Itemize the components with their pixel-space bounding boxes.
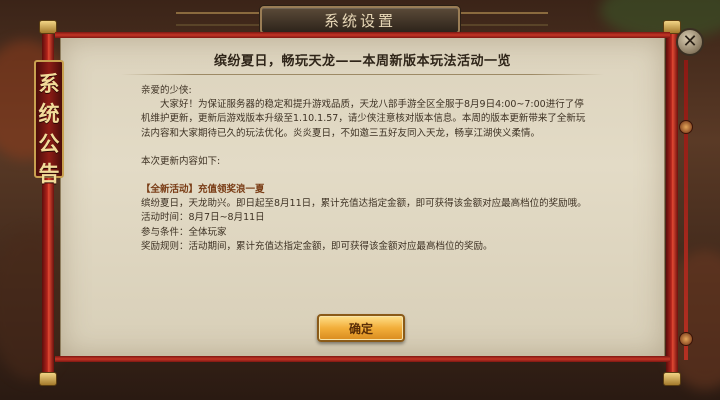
title-ornament-right xyxy=(458,12,548,26)
activity-description: 缤纷夏日，天龙助兴。即日起至8月11日，累计充值达指定金额，即可获得该金额对应最… xyxy=(141,198,587,210)
tassel-knot xyxy=(679,332,693,346)
notice-intro: 大家好！为保证服务器的稳定和提升游戏品质，天龙八部手游全区全服于8月9日4:00… xyxy=(141,99,586,139)
rod-cap xyxy=(663,372,681,386)
banner-char: 系 xyxy=(38,71,60,96)
activity-title: 【全新活动】充值领奖浪一夏 xyxy=(141,184,265,196)
confirm-button[interactable]: 确定 xyxy=(317,314,405,342)
heading-divider xyxy=(121,74,604,75)
scroll-rod-right xyxy=(663,20,681,386)
title-ornament-left xyxy=(176,12,266,26)
window-title: 系统设置 xyxy=(260,6,460,34)
notice-body[interactable]: 亲爱的少侠: 大家好！为保证服务器的稳定和提升游戏品质，天龙八部手游全区全服于8… xyxy=(141,84,591,254)
close-icon[interactable]: ✕ xyxy=(676,28,704,56)
notice-greeting: 亲爱的少侠: xyxy=(141,85,192,96)
banner-char: 统 xyxy=(38,101,60,126)
tassel-cord xyxy=(684,60,688,360)
tassel-knot xyxy=(679,120,693,134)
notice-heading: 缤纷夏日，畅玩天龙——本周新版本玩法活动一览 xyxy=(213,54,511,69)
activity-time: 活动时间：8月7日~8月11日 xyxy=(141,212,265,224)
activity-rules: 奖励规则：活动期间，累计充值达指定金额，即可获得该金额对应最高档位的奖励。 xyxy=(141,240,493,252)
banner-char: 告 xyxy=(38,161,60,186)
notice-panel: 缤纷夏日，畅玩天龙——本周新版本玩法活动一览 亲爱的少侠: 大家好！为保证服务器… xyxy=(55,32,670,362)
rod-cap xyxy=(39,372,57,386)
activity-condition: 参与条件：全体玩家 xyxy=(141,226,227,238)
system-notice-banner: 系 统 公 告 xyxy=(34,60,64,186)
update-header: 本次更新内容如下: xyxy=(141,155,221,167)
banner-char: 公 xyxy=(38,131,60,156)
